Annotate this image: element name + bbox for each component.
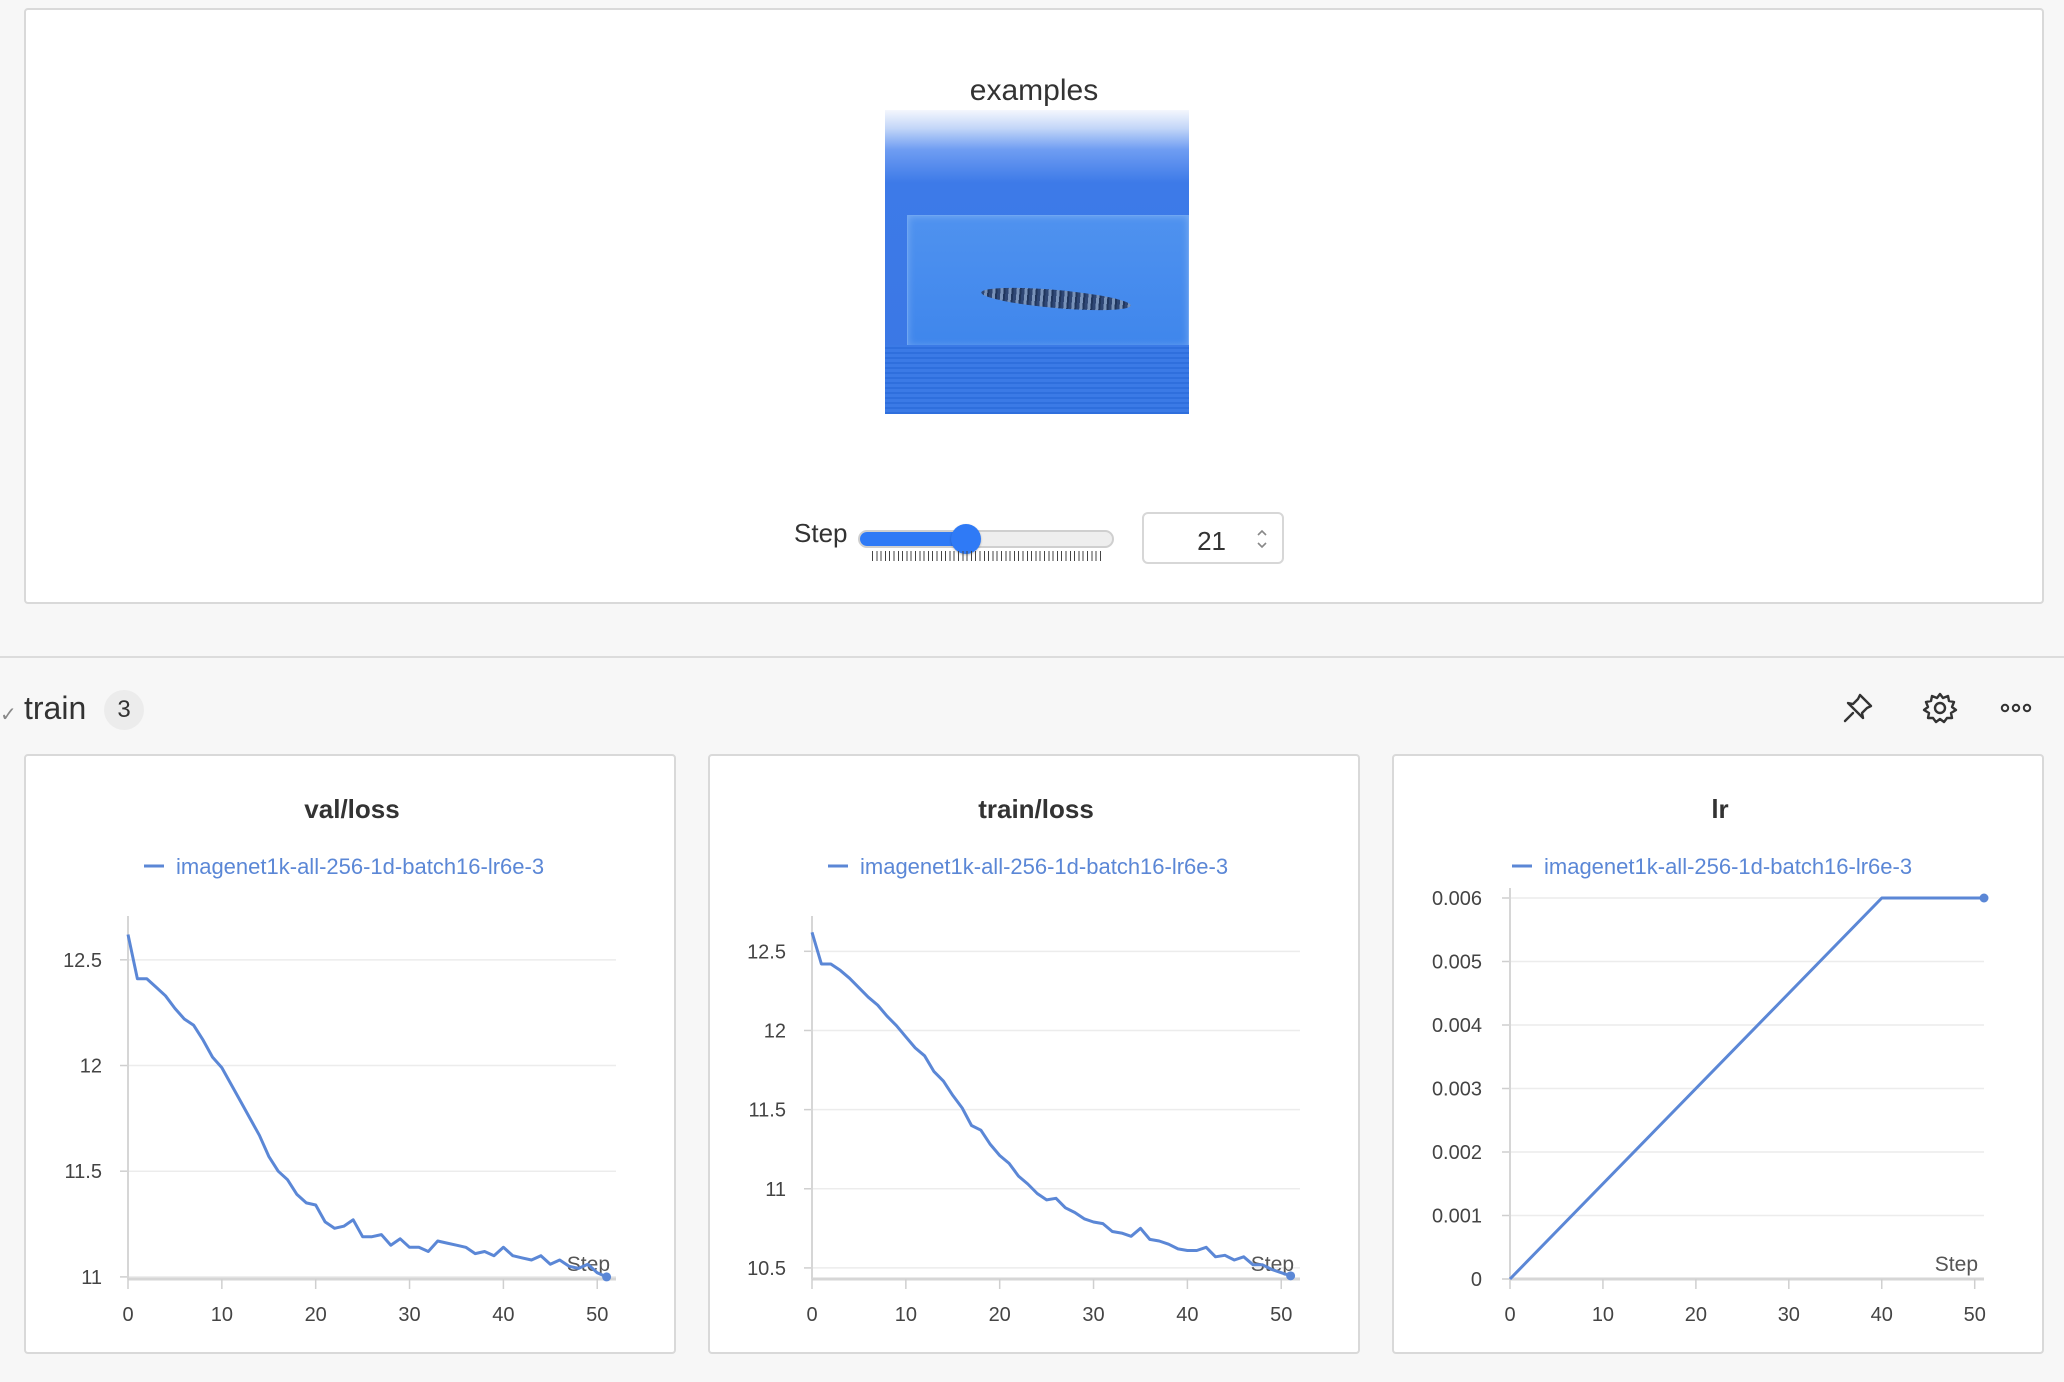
step-slider-ticks <box>872 551 1102 561</box>
section-divider <box>0 656 2064 658</box>
x-tick-label: 50 <box>1270 1304 1292 1326</box>
y-tick-label: 11.5 <box>65 1161 102 1183</box>
y-tick-label: 0.002 <box>1432 1142 1482 1164</box>
y-tick-label: 12.5 <box>63 950 102 972</box>
x-tick-label: 50 <box>1964 1304 1986 1326</box>
image-tank <box>907 215 1189 347</box>
legend-label[interactable]: imagenet1k-all-256-1d-batch16-lr6e-3 <box>1544 854 1912 879</box>
y-tick-label: 12 <box>764 1020 786 1042</box>
spinner-icon[interactable] <box>1256 526 1268 552</box>
train-loss-chart: train/loss imagenet1k-all-256-1d-batch16-… <box>747 794 1300 1326</box>
series-line[interactable] <box>126 934 608 1279</box>
series-endpoint[interactable] <box>602 1272 612 1282</box>
x-tick-label: 40 <box>492 1304 514 1326</box>
y-tick-label: 0.006 <box>1432 888 1482 910</box>
chart-panel-train-loss[interactable]: train/loss imagenet1k-all-256-1d-batch16-… <box>708 754 1360 1354</box>
x-axis-label: Step <box>1935 1253 1978 1276</box>
x-tick-label: 40 <box>1176 1304 1198 1326</box>
step-input-value: 21 <box>1197 526 1226 556</box>
y-tick-label: 12.5 <box>747 941 786 963</box>
y-tick-label: 12 <box>80 1056 102 1078</box>
step-slider[interactable] <box>858 524 1114 554</box>
x-tick-label: 20 <box>1685 1304 1707 1326</box>
x-tick-label: 30 <box>398 1304 420 1326</box>
legend-label[interactable]: imagenet1k-all-256-1d-batch16-lr6e-3 <box>176 854 544 879</box>
y-tick-label: 11.5 <box>749 1100 786 1122</box>
media-panel: examples <box>24 8 2044 604</box>
series-endpoint[interactable] <box>1979 893 1989 903</box>
more-icon[interactable] <box>1994 686 2038 730</box>
step-slider-thumb[interactable] <box>950 524 981 554</box>
gear-icon[interactable] <box>1918 686 1962 730</box>
y-tick-label: 10.5 <box>747 1258 786 1280</box>
series-line[interactable] <box>810 931 1292 1278</box>
chart-title: train/loss <box>978 794 1094 824</box>
lr-chart: lrimagenet1k-all-256-1d-batch16-lr6e-300… <box>1432 794 1989 1326</box>
y-tick-label: 11 <box>765 1179 786 1201</box>
step-slider-fill <box>860 532 966 546</box>
x-tick-label: 40 <box>1871 1304 1893 1326</box>
y-tick-label: 0.003 <box>1432 1079 1482 1101</box>
example-image[interactable] <box>885 110 1189 414</box>
x-tick-label: 0 <box>1504 1304 1515 1326</box>
y-tick-label: 0.001 <box>1432 1206 1482 1228</box>
x-tick-label: 30 <box>1082 1304 1104 1326</box>
collapse-caret-icon[interactable]: ✓ <box>0 702 17 727</box>
section-title[interactable]: train <box>24 690 86 727</box>
series-endpoint[interactable] <box>1286 1271 1296 1281</box>
step-label: Step <box>794 518 848 548</box>
x-tick-label: 20 <box>989 1304 1011 1326</box>
x-tick-label: 50 <box>586 1304 608 1326</box>
step-number-input[interactable]: 21 <box>1142 512 1284 564</box>
x-tick-label: 20 <box>305 1304 327 1326</box>
section-count-badge: 3 <box>104 690 144 730</box>
y-tick-label: 11 <box>81 1267 102 1289</box>
y-tick-label: 0.004 <box>1432 1015 1482 1037</box>
media-title: examples <box>969 74 1099 107</box>
image-floor <box>885 345 1189 414</box>
chart-title: val/loss <box>304 794 399 824</box>
chart-title: lr <box>1711 794 1728 824</box>
val-loss-chart: val/loss imagenet1k-all-256-1d-batch16-lr… <box>63 794 616 1326</box>
x-tick-label: 0 <box>122 1304 133 1326</box>
y-tick-label: 0.005 <box>1432 952 1482 974</box>
pin-icon[interactable] <box>1836 686 1880 730</box>
x-tick-label: 30 <box>1778 1304 1800 1326</box>
y-tick-label: 0 <box>1471 1269 1482 1291</box>
chart-panel-lr[interactable]: lr imagenet1k-all-256-1d-batch16-lr6e-3 0 0… <box>1392 754 2044 1354</box>
x-tick-label: 10 <box>1592 1304 1614 1326</box>
x-tick-label: 0 <box>806 1304 817 1326</box>
x-tick-label: 10 <box>895 1304 917 1326</box>
legend-label[interactable]: imagenet1k-all-256-1d-batch16-lr6e-3 <box>860 854 1228 879</box>
chart-panel-val-loss[interactable]: val/loss imagenet1k-all-256-1d-batch16-lr… <box>24 754 676 1354</box>
x-tick-label: 10 <box>211 1304 233 1326</box>
